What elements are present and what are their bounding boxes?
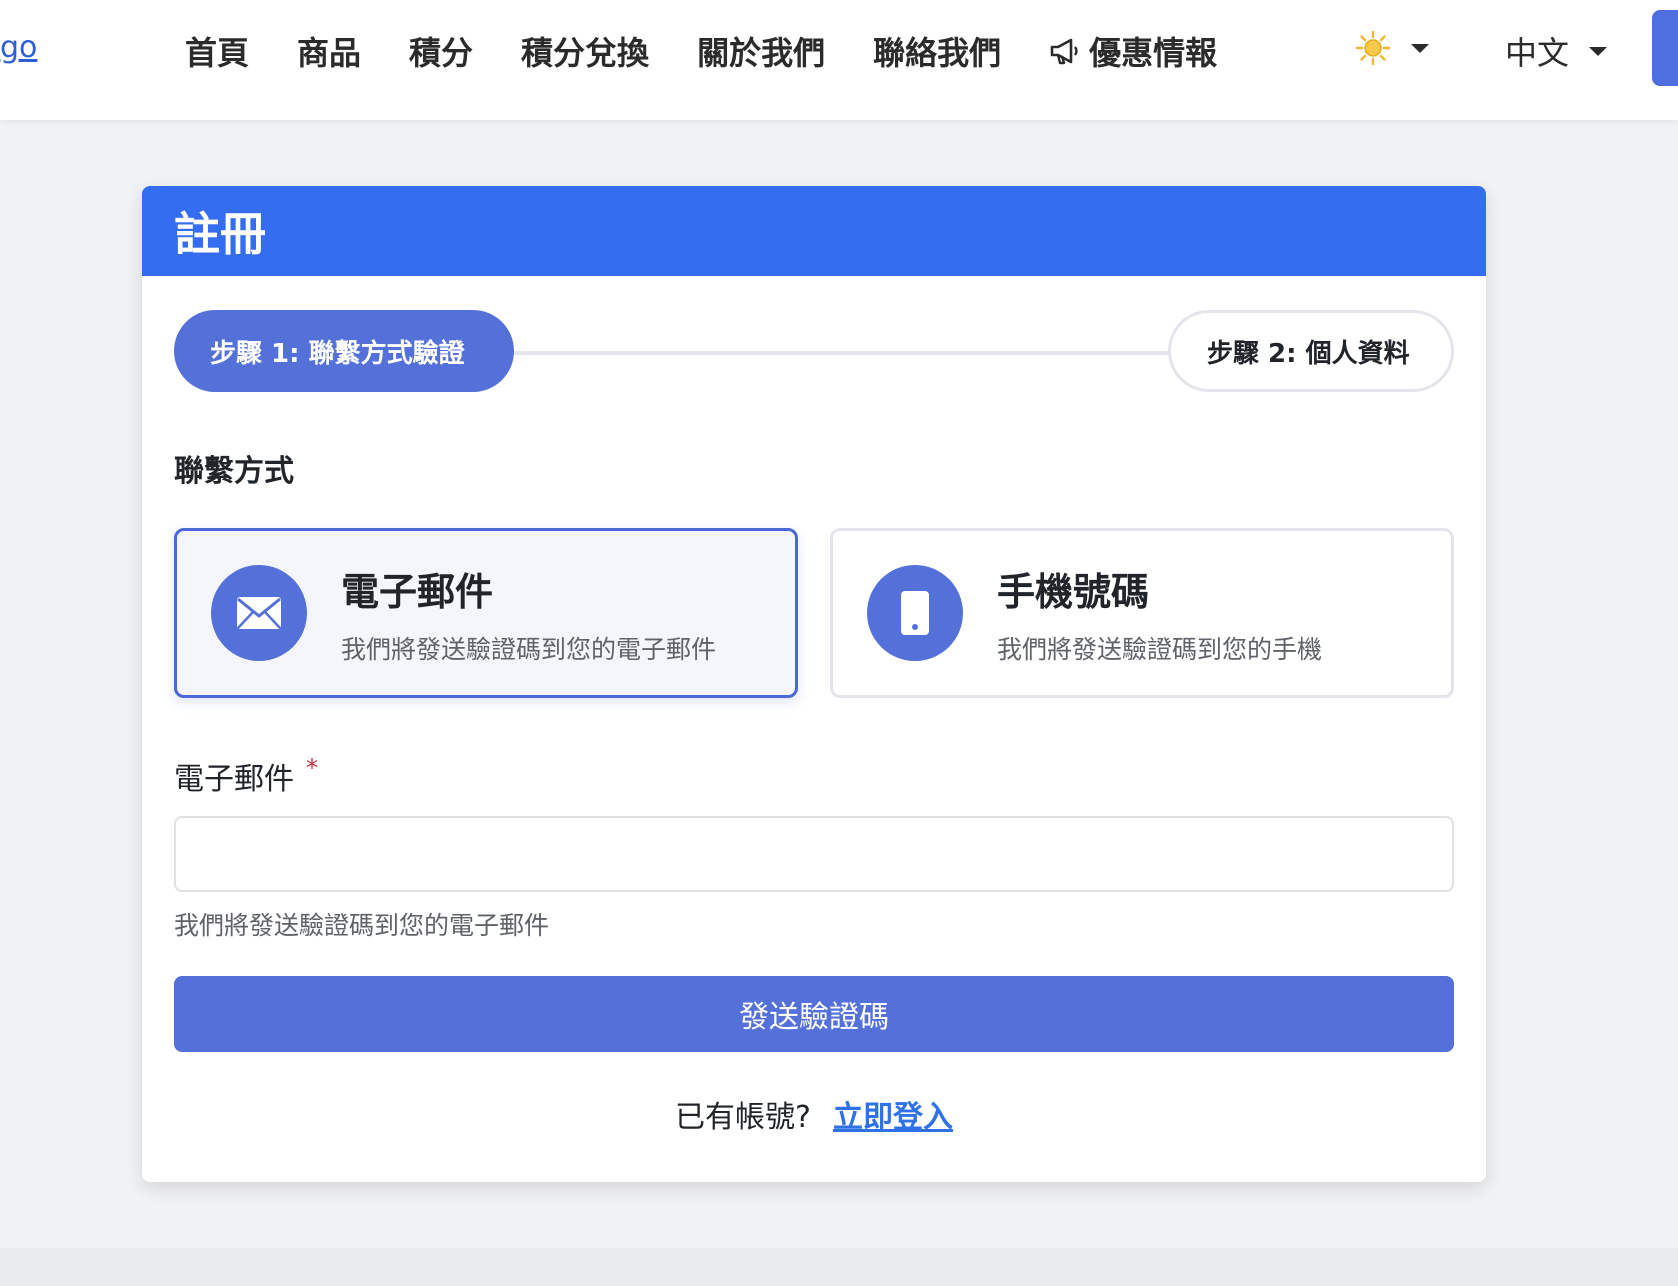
- login-prompt-row: 已有帳號? 立即登入: [174, 1092, 1454, 1136]
- card-header: 註冊: [142, 186, 1486, 276]
- option-phone-desc: 我們將發送驗證碼到您的手機: [997, 634, 1323, 664]
- logo-link[interactable]: go: [0, 30, 37, 65]
- option-email-title: 電子郵件: [341, 569, 494, 614]
- email-input[interactable]: [174, 816, 1454, 892]
- nav-points-redeem[interactable]: 積分兌換: [521, 28, 649, 74]
- contact-method-label: 聯繫方式: [174, 454, 294, 489]
- step-1-badge: 步驟 1: 聯繫方式驗證: [174, 310, 514, 392]
- language-selector[interactable]: 中文: [1505, 28, 1608, 74]
- login-prompt: 已有帳號?: [675, 1100, 811, 1135]
- nav-about[interactable]: 關於我們: [697, 28, 825, 74]
- nav-contact[interactable]: 聯絡我們: [873, 28, 1001, 74]
- register-card: 註冊 步驟 1: 聯繫方式驗證 步驟 2: 個人資料 聯繫方式 電子郵件 我們將…: [142, 186, 1486, 1182]
- send-code-button[interactable]: 發送驗證碼: [174, 976, 1454, 1052]
- nav-links: 首頁 商品 積分 積分兌換 關於我們 聯絡我們 優惠情報: [185, 28, 1265, 74]
- megaphone-icon: [1050, 38, 1078, 65]
- nav-home[interactable]: 首頁: [185, 28, 249, 74]
- mobile-phone-icon: [867, 565, 963, 661]
- nav-points[interactable]: 積分: [409, 28, 473, 74]
- language-label: 中文: [1505, 34, 1570, 72]
- language-caret-icon: [1589, 46, 1608, 56]
- envelope-icon: [211, 565, 307, 661]
- nav-action-button[interactable]: [1652, 10, 1678, 86]
- email-help-text: 我們將發送驗證碼到您的電子郵件: [174, 911, 550, 940]
- page-title: 註冊: [174, 207, 266, 261]
- theme-caret-icon: [1411, 43, 1429, 53]
- option-email-desc: 我們將發送驗證碼到您的電子郵件: [341, 634, 717, 664]
- required-mark: *: [306, 754, 318, 782]
- contact-method-options: 電子郵件 我們將發送驗證碼到您的電子郵件 手機號碼 我們將發送驗證碼到您的手機: [174, 528, 1454, 698]
- option-email[interactable]: 電子郵件 我們將發送驗證碼到您的電子郵件: [174, 528, 798, 698]
- option-phone-title: 手機號碼: [997, 569, 1150, 614]
- nav-promotions-label: 優惠情報: [1089, 34, 1218, 72]
- sun-icon: [1355, 30, 1391, 66]
- step-2-badge: 步驟 2: 個人資料: [1168, 310, 1454, 392]
- nav-products[interactable]: 商品: [297, 28, 361, 74]
- step-connector: [494, 351, 1194, 355]
- email-field-label: 電子郵件 *: [174, 754, 1454, 798]
- option-email-text: 電子郵件 我們將發送驗證碼到您的電子郵件: [341, 561, 716, 666]
- email-label-text: 電子郵件: [174, 762, 294, 797]
- page-bottom-band: [0, 1248, 1678, 1286]
- card-body: 步驟 1: 聯繫方式驗證 步驟 2: 個人資料 聯繫方式 電子郵件 我們將發送驗…: [142, 310, 1486, 1136]
- login-link[interactable]: 立即登入: [833, 1100, 953, 1135]
- theme-toggle[interactable]: [1355, 30, 1429, 66]
- nav-promotions[interactable]: 優惠情報: [1049, 28, 1217, 74]
- option-phone[interactable]: 手機號碼 我們將發送驗證碼到您的手機: [830, 528, 1454, 698]
- top-navbar: go 首頁 商品 積分 積分兌換 關於我們 聯絡我們 優惠情報 中文: [0, 0, 1678, 120]
- option-phone-text: 手機號碼 我們將發送驗證碼到您的手機: [997, 561, 1322, 666]
- step-indicator: 步驟 1: 聯繫方式驗證 步驟 2: 個人資料: [174, 310, 1454, 396]
